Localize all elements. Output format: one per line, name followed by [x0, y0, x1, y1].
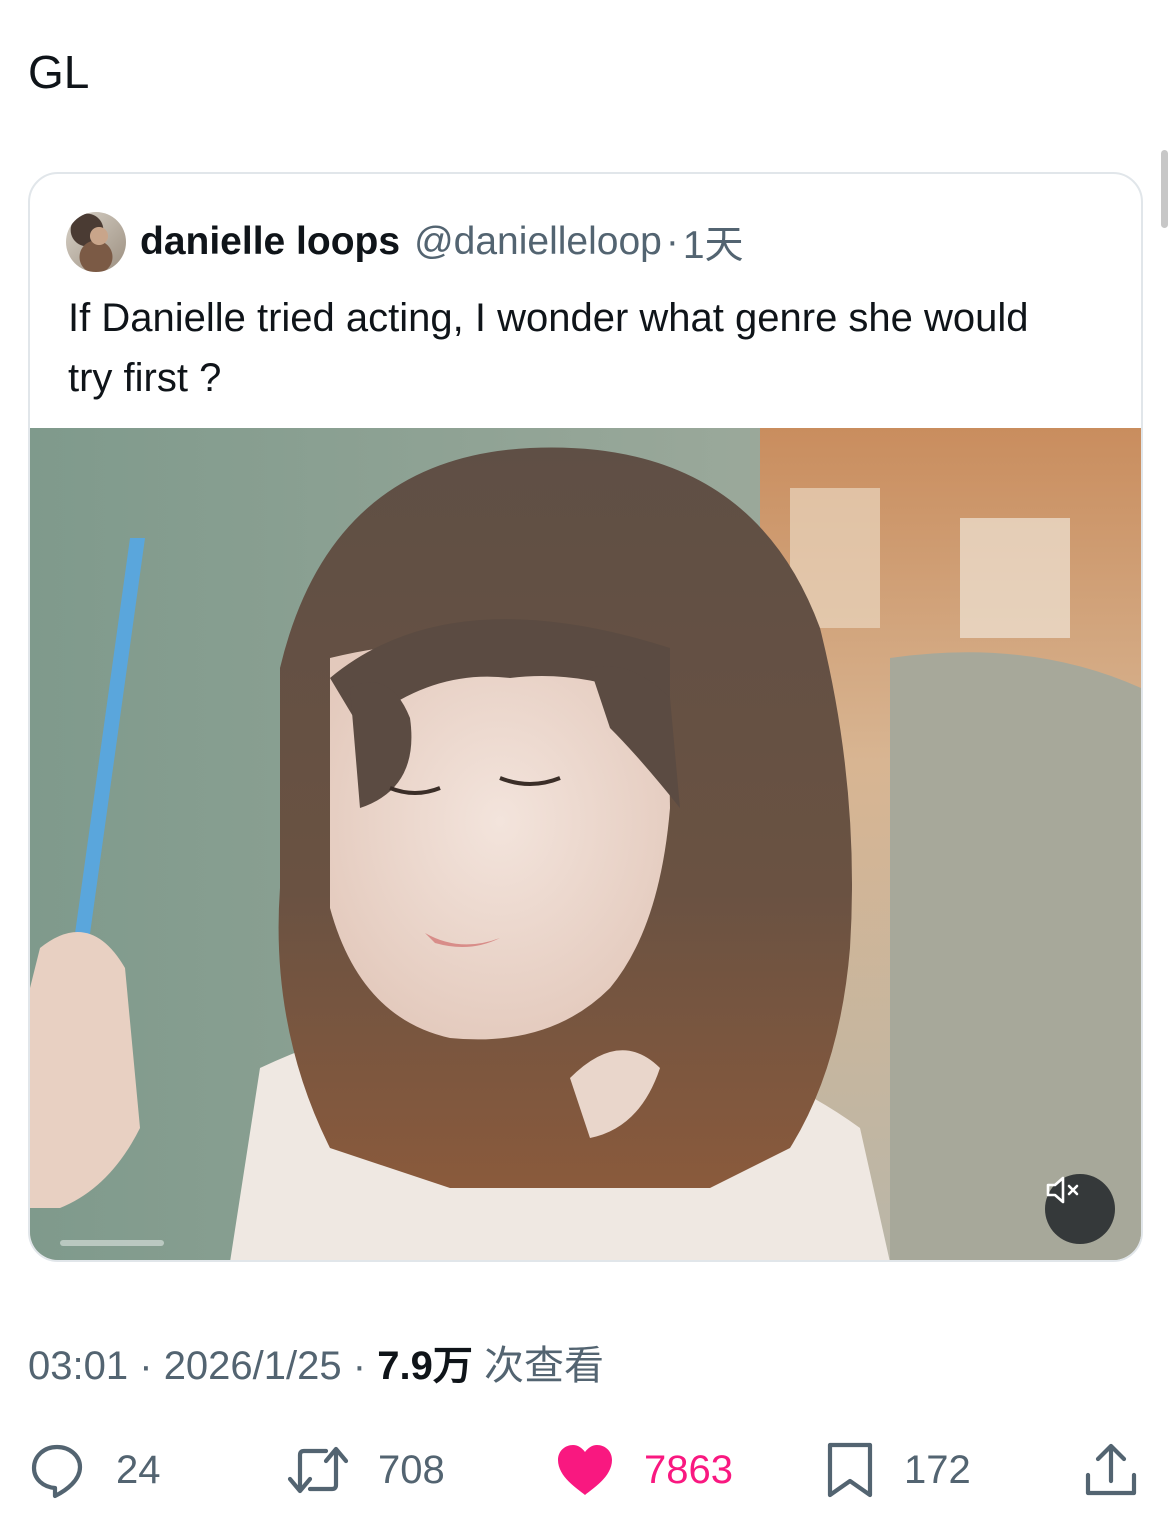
video-progress-hint: [60, 1240, 164, 1246]
bookmark-count: 172: [904, 1447, 971, 1492]
scrollbar[interactable]: [1161, 150, 1168, 228]
quoted-author-name[interactable]: danielle loops: [140, 220, 400, 264]
tweet-detail-page: GL danielle loops @danielleloop · 1天 If …: [0, 0, 1170, 1537]
heart-icon: [556, 1443, 614, 1497]
reply-icon: [28, 1441, 86, 1499]
quoted-tweet-card[interactable]: danielle loops @danielleloop · 1天 If Dan…: [28, 172, 1143, 1262]
like-count: 7863: [644, 1447, 733, 1492]
tweet-meta: 03:01 · 2026/1/25 · 7.9万 次查看: [28, 1340, 604, 1392]
tweet-date[interactable]: 2026/1/25: [164, 1344, 342, 1388]
retweet-button[interactable]: 708: [286, 1430, 445, 1510]
view-label: 次查看: [483, 1344, 604, 1388]
bookmark-button[interactable]: 172: [826, 1430, 971, 1510]
tweet-time[interactable]: 03:01: [28, 1344, 128, 1388]
share-button[interactable]: [1082, 1430, 1140, 1510]
reply-button[interactable]: 24: [28, 1430, 161, 1510]
meta-dot: ·: [139, 1344, 153, 1388]
retweet-icon: [286, 1441, 350, 1499]
bookmark-icon: [826, 1441, 874, 1499]
quoted-time-ago: 1天: [682, 224, 744, 267]
meta-dot: ·: [352, 1344, 367, 1388]
tweet-text: GL: [28, 46, 90, 98]
share-icon: [1082, 1441, 1140, 1499]
meta-separator: ·: [665, 220, 679, 263]
quoted-tweet-header: danielle loops @danielleloop · 1天: [66, 212, 744, 272]
action-bar: 24 708 7863 172: [0, 1430, 1170, 1510]
quoted-author-handle[interactable]: @danielleloop: [414, 220, 662, 264]
like-button[interactable]: 7863: [556, 1430, 733, 1510]
mute-button[interactable]: [1045, 1174, 1115, 1244]
quoted-tweet-text: If Danielle tried acting, I wonder what …: [68, 296, 1029, 400]
reply-count: 24: [116, 1447, 161, 1492]
view-count: 7.9万: [377, 1344, 473, 1388]
retweet-count: 708: [378, 1447, 445, 1492]
video-frame: [30, 428, 1141, 1260]
quoted-video[interactable]: [30, 428, 1141, 1260]
avatar[interactable]: [66, 212, 126, 272]
